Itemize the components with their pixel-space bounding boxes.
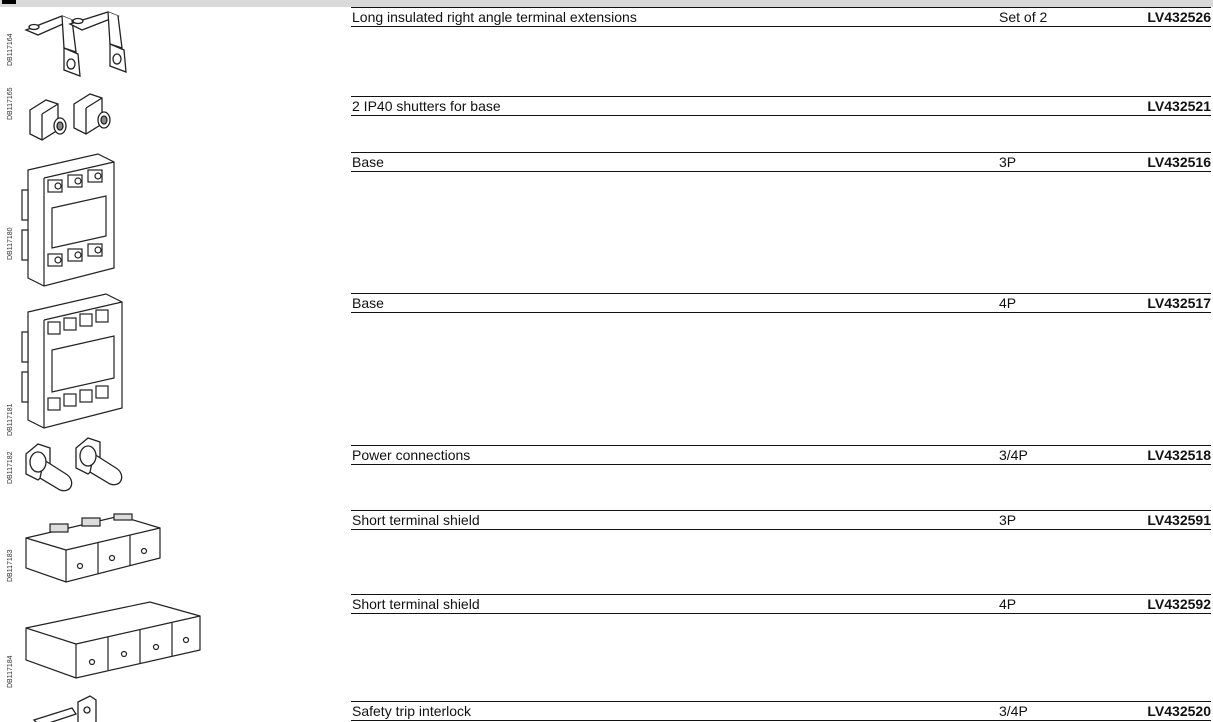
drawing-code: DB117183: [7, 549, 14, 582]
catalog-row: Safety trip interlock 3/4P LV432520: [351, 701, 1211, 721]
item-description: Base: [352, 295, 384, 311]
section-header-mark: [2, 0, 16, 4]
item-quantity: 4P: [999, 295, 1017, 311]
item-quantity: 3P: [999, 512, 1017, 528]
item-reference: LV432517: [1147, 295, 1211, 311]
base-3p-illustration: [21, 153, 115, 287]
drawing-code: DB117164: [7, 33, 14, 66]
drawing-code: DB117180: [7, 227, 14, 260]
base-4p-illustration: [21, 293, 123, 429]
item-quantity: 4P: [999, 596, 1017, 612]
safety-trip-interlock-illustration: [32, 695, 97, 722]
item-description: Long insulated right angle terminal exte…: [352, 9, 637, 25]
item-description: Base: [352, 154, 384, 170]
drawing-code: DB117182: [7, 451, 14, 484]
power-connections-illustration: [25, 437, 123, 492]
catalog-page: DB117164 DB117165 DB117180 DB117181 DB11…: [0, 0, 1213, 722]
item-reference: LV432591: [1147, 512, 1211, 528]
item-quantity: Set of 2: [999, 9, 1048, 25]
item-description: Short terminal shield: [352, 596, 480, 612]
item-reference: LV432592: [1147, 596, 1211, 612]
terminal-shield-3p-illustration: [25, 513, 161, 583]
catalog-row: Power connections 3/4P LV432518: [351, 445, 1211, 465]
item-description: Safety trip interlock: [352, 703, 472, 719]
drawing-code: DB117165: [7, 87, 14, 120]
catalog-row: Short terminal shield 3P LV432591: [351, 510, 1211, 530]
item-reference: LV432520: [1147, 703, 1211, 719]
item-reference: LV432526: [1147, 9, 1211, 25]
item-quantity: 3/4P: [999, 447, 1028, 463]
terminal-extensions-illustration: [24, 11, 127, 77]
shutters-illustration: [29, 93, 111, 141]
item-reference: LV432518: [1147, 447, 1211, 463]
drawing-code: DB117184: [7, 655, 14, 688]
drawing-code: DB117181: [7, 403, 14, 436]
catalog-row: Base 3P LV432516: [351, 152, 1211, 172]
item-reference: LV432521: [1147, 98, 1211, 114]
catalog-row: Long insulated right angle terminal exte…: [351, 7, 1211, 27]
item-description: Power connections: [352, 447, 471, 463]
item-description: 2 IP40 shutters for base: [352, 98, 501, 114]
catalog-row: Base 4P LV432517: [351, 293, 1211, 313]
catalog-row: Short terminal shield 4P LV432592: [351, 594, 1211, 614]
item-quantity: 3/4P: [999, 703, 1028, 719]
catalog-row: 2 IP40 shutters for base LV432521: [351, 96, 1211, 116]
item-description: Short terminal shield: [352, 512, 480, 528]
section-header-band: [0, 0, 1213, 7]
item-quantity: 3P: [999, 154, 1017, 170]
item-reference: LV432516: [1147, 154, 1211, 170]
terminal-shield-4p-illustration: [25, 601, 201, 679]
